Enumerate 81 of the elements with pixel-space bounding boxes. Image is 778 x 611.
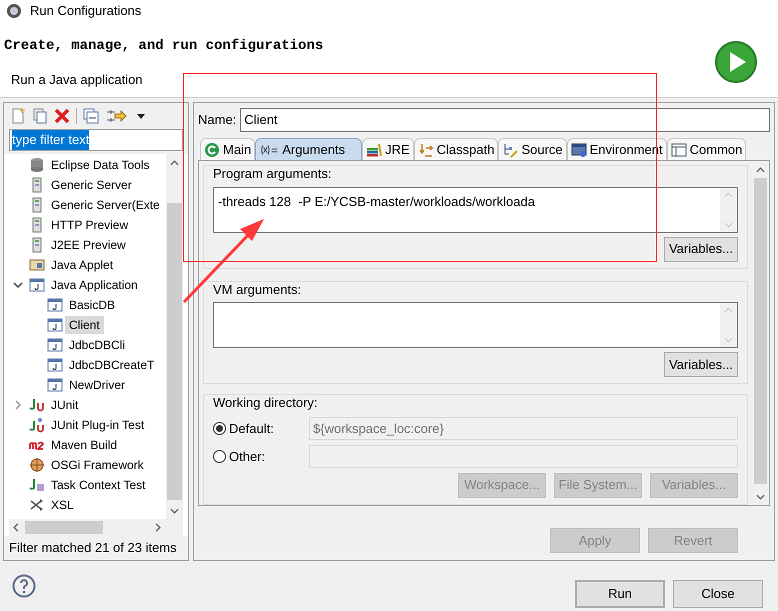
tree-item[interactable]: XSL xyxy=(47,496,78,514)
dialog-button[interactable]: Close xyxy=(673,580,763,608)
scroll-up-icon[interactable] xyxy=(756,166,765,172)
tree-item[interactable]: HTTP Preview xyxy=(47,216,132,234)
books-icon xyxy=(366,142,382,158)
tree-item[interactable]: Generic Server(Exte xyxy=(47,196,164,214)
tree-item[interactable]: JUnit xyxy=(47,396,82,414)
tree-item[interactable]: Client xyxy=(65,316,104,334)
group-label: VM arguments: xyxy=(213,280,302,299)
tree-item[interactable]: Eclipse Data Tools xyxy=(47,156,154,174)
variables-button[interactable]: Variables... xyxy=(664,236,738,262)
group-label: Program arguments: xyxy=(213,165,332,183)
name-field[interactable]: Client xyxy=(240,108,770,132)
scroll-left-icon[interactable] xyxy=(13,523,19,532)
filter-field[interactable]: type filter text xyxy=(9,129,183,151)
chevron-right-icon[interactable] xyxy=(13,400,23,410)
scroll-up-icon[interactable] xyxy=(170,160,179,166)
tree-item[interactable]: Java Applet xyxy=(47,256,118,274)
directory-field[interactable]: ${workspace_loc:core} xyxy=(309,417,738,440)
tree-item[interactable]: OSGi Framework xyxy=(47,456,148,474)
variables-button[interactable]: Variables... xyxy=(664,352,738,377)
dropdown-icon[interactable] xyxy=(137,114,145,118)
table-icon xyxy=(670,142,687,158)
window-icon xyxy=(47,357,63,373)
copy-icon[interactable] xyxy=(32,108,48,124)
group-label: Working directory: xyxy=(213,394,319,412)
status-text: Filter matched 21 of 23 items xyxy=(9,539,177,558)
tree-item[interactable]: JdbcDBCreateT xyxy=(65,356,158,374)
chevron-down-icon[interactable] xyxy=(13,280,23,290)
tab[interactable]: Common xyxy=(666,138,746,160)
tab[interactable]: JRE xyxy=(362,138,414,160)
window-icon xyxy=(47,297,63,313)
tree-item[interactable]: JUnit Plug-in Test xyxy=(47,416,148,434)
radio-label: Other: xyxy=(229,448,266,466)
shuffle-icon xyxy=(29,497,45,513)
crosshair-icon xyxy=(29,457,45,473)
tab[interactable]: Main xyxy=(200,138,256,160)
dialog-button[interactable]: Run xyxy=(575,580,665,608)
scroll-right-icon[interactable] xyxy=(155,523,161,532)
window-icon xyxy=(47,377,63,393)
arrows-icon xyxy=(418,142,434,158)
tree-item[interactable]: JdbcDBCli xyxy=(65,336,130,354)
refresh-icon xyxy=(204,142,220,158)
monitor-icon xyxy=(570,142,587,158)
radio-label: Default: xyxy=(229,420,274,438)
tree-item[interactable]: Java Application xyxy=(47,276,142,294)
database-icon xyxy=(29,157,45,173)
tree-item[interactable]: Maven Build xyxy=(47,436,122,454)
tree-item[interactable]: Task Context Test xyxy=(47,476,150,494)
applet-icon xyxy=(29,257,45,273)
tree-item[interactable]: J2EE Preview xyxy=(47,236,130,254)
tab[interactable]: Source xyxy=(498,138,567,160)
window-title: Run Configurations xyxy=(30,2,142,20)
scroll-down-icon[interactable] xyxy=(756,494,765,500)
tree-item[interactable]: Generic Server xyxy=(47,176,136,194)
tab[interactable]: Arguments xyxy=(255,138,362,160)
dialog-description: Run a Java application xyxy=(10,71,144,89)
window-icon xyxy=(47,337,63,353)
name-label: Name: xyxy=(198,111,236,130)
tree-item[interactable]: BasicDB xyxy=(65,296,120,314)
junit-icon xyxy=(29,417,45,433)
hierarchy-icon xyxy=(502,142,518,158)
play-icon xyxy=(714,40,758,84)
delete-icon[interactable] xyxy=(54,108,70,124)
gear-icon xyxy=(6,3,22,19)
new-file-icon[interactable] xyxy=(10,108,26,124)
directory-field[interactable] xyxy=(309,445,738,468)
scroll-down-icon[interactable] xyxy=(170,508,179,514)
scrollbar[interactable] xyxy=(166,154,183,519)
collapse-icon[interactable] xyxy=(83,108,99,124)
junit-icon xyxy=(29,477,45,493)
radio-button[interactable] xyxy=(213,422,226,435)
tab[interactable]: Classpath xyxy=(414,138,498,160)
scrollbar[interactable] xyxy=(9,519,183,536)
help-icon[interactable] xyxy=(12,574,36,598)
window-icon xyxy=(29,277,45,293)
window-icon xyxy=(47,317,63,333)
tree-item[interactable]: NewDriver xyxy=(65,376,130,394)
radio-button[interactable] xyxy=(213,450,226,463)
junit-icon xyxy=(29,397,45,413)
dialog-heading: Create, manage, and run configurations xyxy=(4,37,324,56)
